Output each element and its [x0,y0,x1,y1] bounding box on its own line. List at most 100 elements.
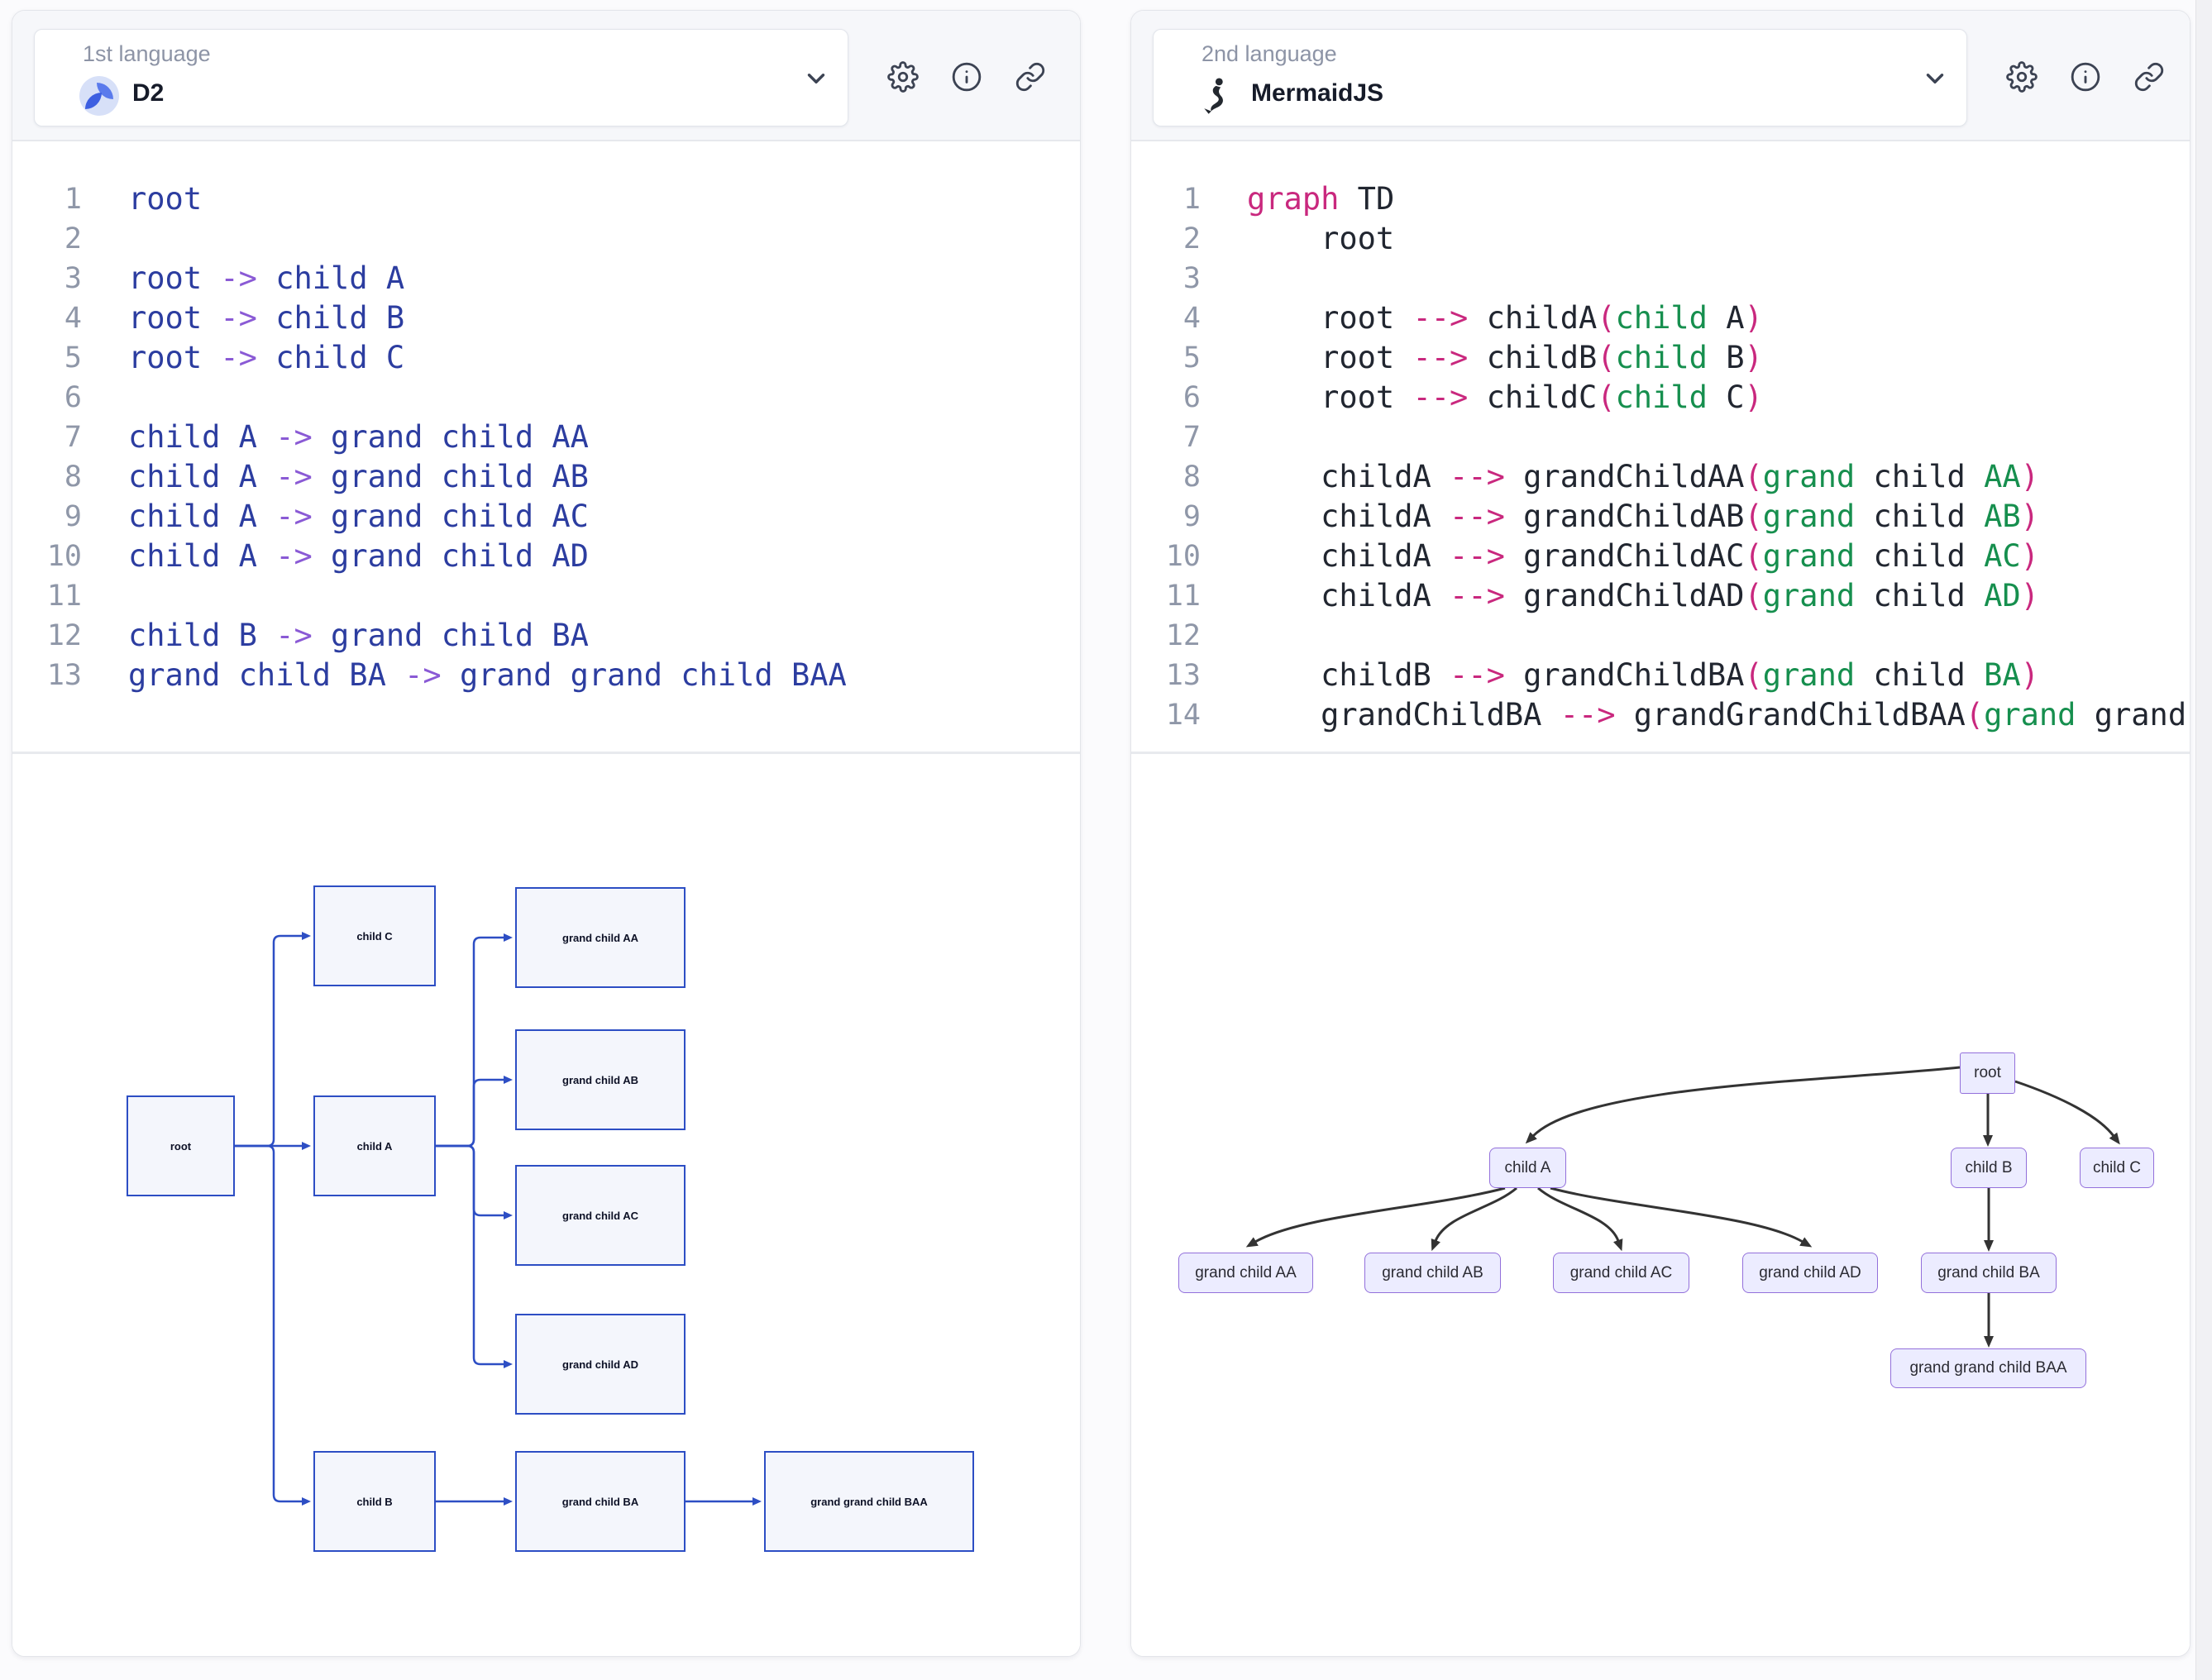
selector-label: 2nd language [1202,41,1337,67]
code-line: 3 [1131,259,2190,298]
code-line: 8 childA --> grandChildAA(grand child AA… [1131,457,2190,497]
code-line: 4root -> child B [12,298,1080,338]
line-number: 9 [1131,497,1201,537]
mermaid-node-grand-child-ad: grand child AD [1742,1253,1878,1293]
line-number: 10 [12,537,82,576]
line-number: 11 [12,576,82,616]
info-icon[interactable] [951,61,982,93]
d2-node-child-c: child C [313,885,436,986]
mermaid-node-child-b: child B [1951,1148,2027,1188]
selector-value: D2 [132,79,164,107]
code-line: 13 childB --> grandChildBA(grand child B… [1131,656,2190,695]
line-number: 8 [12,457,82,497]
line-number: 3 [1131,259,1201,298]
code-line: 9 childA --> grandChildAB(grand child AB… [1131,497,2190,537]
line-number: 12 [1131,616,1201,656]
line-number: 1 [12,179,82,219]
code-line: 6 root --> childC(child C) [1131,378,2190,418]
d2-node-grand-child-aa: grand child AA [515,887,686,988]
code-line: 14 grandChildBA --> grandGrandChildBAA(g… [1131,695,2190,735]
line-number: 5 [1131,338,1201,378]
d2-diagram-preview: root child C child A child B grand child… [12,754,1080,1657]
mermaid-code-editor[interactable]: 1graph TD2 root34 root --> childA(child … [1131,143,2190,752]
code-line: 8child A -> grand child AB [12,457,1080,497]
line-number: 4 [12,298,82,338]
selector-label: 1st language [83,41,211,67]
settings-icon[interactable] [2006,61,2038,93]
line-number: 13 [1131,656,1201,695]
code-line: 5root -> child C [12,338,1080,378]
line-number: 13 [12,656,82,695]
d2-code-editor[interactable]: 1root23root -> child A4root -> child B5r… [12,143,1080,752]
line-number: 7 [12,418,82,457]
chevron-down-icon [802,64,830,93]
line-number: 4 [1131,298,1201,338]
d2-logo-icon [79,76,119,116]
d2-node-grand-child-ad: grand child AD [515,1314,686,1415]
mermaid-edges [1131,754,2191,1657]
mermaid-logo-icon [1198,76,1238,116]
mermaid-node-child-a: child A [1489,1148,1566,1188]
line-number: 3 [12,259,82,298]
d2-node-root: root [127,1095,235,1196]
mermaid-panel-header: 2nd language MermaidJS [1131,11,2190,141]
chevron-down-icon [1921,64,1949,93]
line-number: 6 [1131,378,1201,418]
mermaid-node-grand-child-ab: grand child AB [1364,1253,1501,1293]
language-selector-mermaid[interactable]: 2nd language MermaidJS [1153,29,1967,126]
code-line: 1root [12,179,1080,219]
code-line: 9child A -> grand child AC [12,497,1080,537]
selector-value: MermaidJS [1251,79,1383,107]
line-number: 9 [12,497,82,537]
page-scrollbar[interactable] [2195,0,2212,1680]
line-number: 2 [1131,219,1201,259]
info-icon[interactable] [2070,61,2101,93]
code-line: 10 childA --> grandChildAC(grand child A… [1131,537,2190,576]
code-line: 13grand child BA -> grand grand child BA… [12,656,1080,695]
d2-node-child-b: child B [313,1451,436,1552]
mermaid-diagram-preview: root child A child B child C grand child… [1131,754,2190,1657]
settings-icon[interactable] [887,61,919,93]
d2-node-grand-child-ba: grand child BA [515,1451,686,1552]
d2-node-grand-child-ab: grand child AB [515,1029,686,1130]
code-line: 11 [12,576,1080,616]
code-line: 3root -> child A [12,259,1080,298]
d2-panel-header: 1st language D2 [12,11,1080,141]
code-line: 6 [12,378,1080,418]
code-line: 1graph TD [1131,179,2190,219]
code-line: 10child A -> grand child AD [12,537,1080,576]
code-line: 7child A -> grand child AA [12,418,1080,457]
mermaid-node-grand-child-ba: grand child BA [1921,1253,2057,1293]
line-number: 1 [1131,179,1201,219]
code-line: 12 [1131,616,2190,656]
language-selector-d2[interactable]: 1st language D2 [34,29,848,126]
line-number: 7 [1131,418,1201,457]
line-number: 8 [1131,457,1201,497]
line-number: 6 [12,378,82,418]
link-icon[interactable] [1015,61,1046,93]
link-icon[interactable] [2133,61,2165,93]
line-number: 12 [12,616,82,656]
code-line: 7 [1131,418,2190,457]
mermaid-node-grand-child-ac: grand child AC [1553,1253,1689,1293]
code-line: 4 root --> childA(child A) [1131,298,2190,338]
line-number: 10 [1131,537,1201,576]
mermaid-node-grand-child-aa: grand child AA [1178,1253,1313,1293]
d2-panel: 1st language D2 1root23root -> child A4r… [12,10,1081,1657]
code-line: 2 [12,219,1080,259]
mermaid-panel: 2nd language MermaidJS 1graph TD [1130,10,2191,1657]
code-line: 11 childA --> grandChildAD(grand child A… [1131,576,2190,616]
d2-node-child-a: child A [313,1095,436,1196]
panel-actions [887,61,1046,93]
d2-node-grand-grand-child-baa: grand grand child BAA [764,1451,974,1552]
mermaid-node-grand-grand-child-baa: grand grand child BAA [1890,1348,2086,1388]
line-number: 14 [1131,695,1201,735]
line-number: 5 [12,338,82,378]
code-line: 5 root --> childB(child B) [1131,338,2190,378]
line-number: 11 [1131,576,1201,616]
code-line: 12child B -> grand child BA [12,616,1080,656]
panel-actions [2006,61,2165,93]
code-line: 2 root [1131,219,2190,259]
line-number: 2 [12,219,82,259]
d2-node-grand-child-ac: grand child AC [515,1165,686,1266]
